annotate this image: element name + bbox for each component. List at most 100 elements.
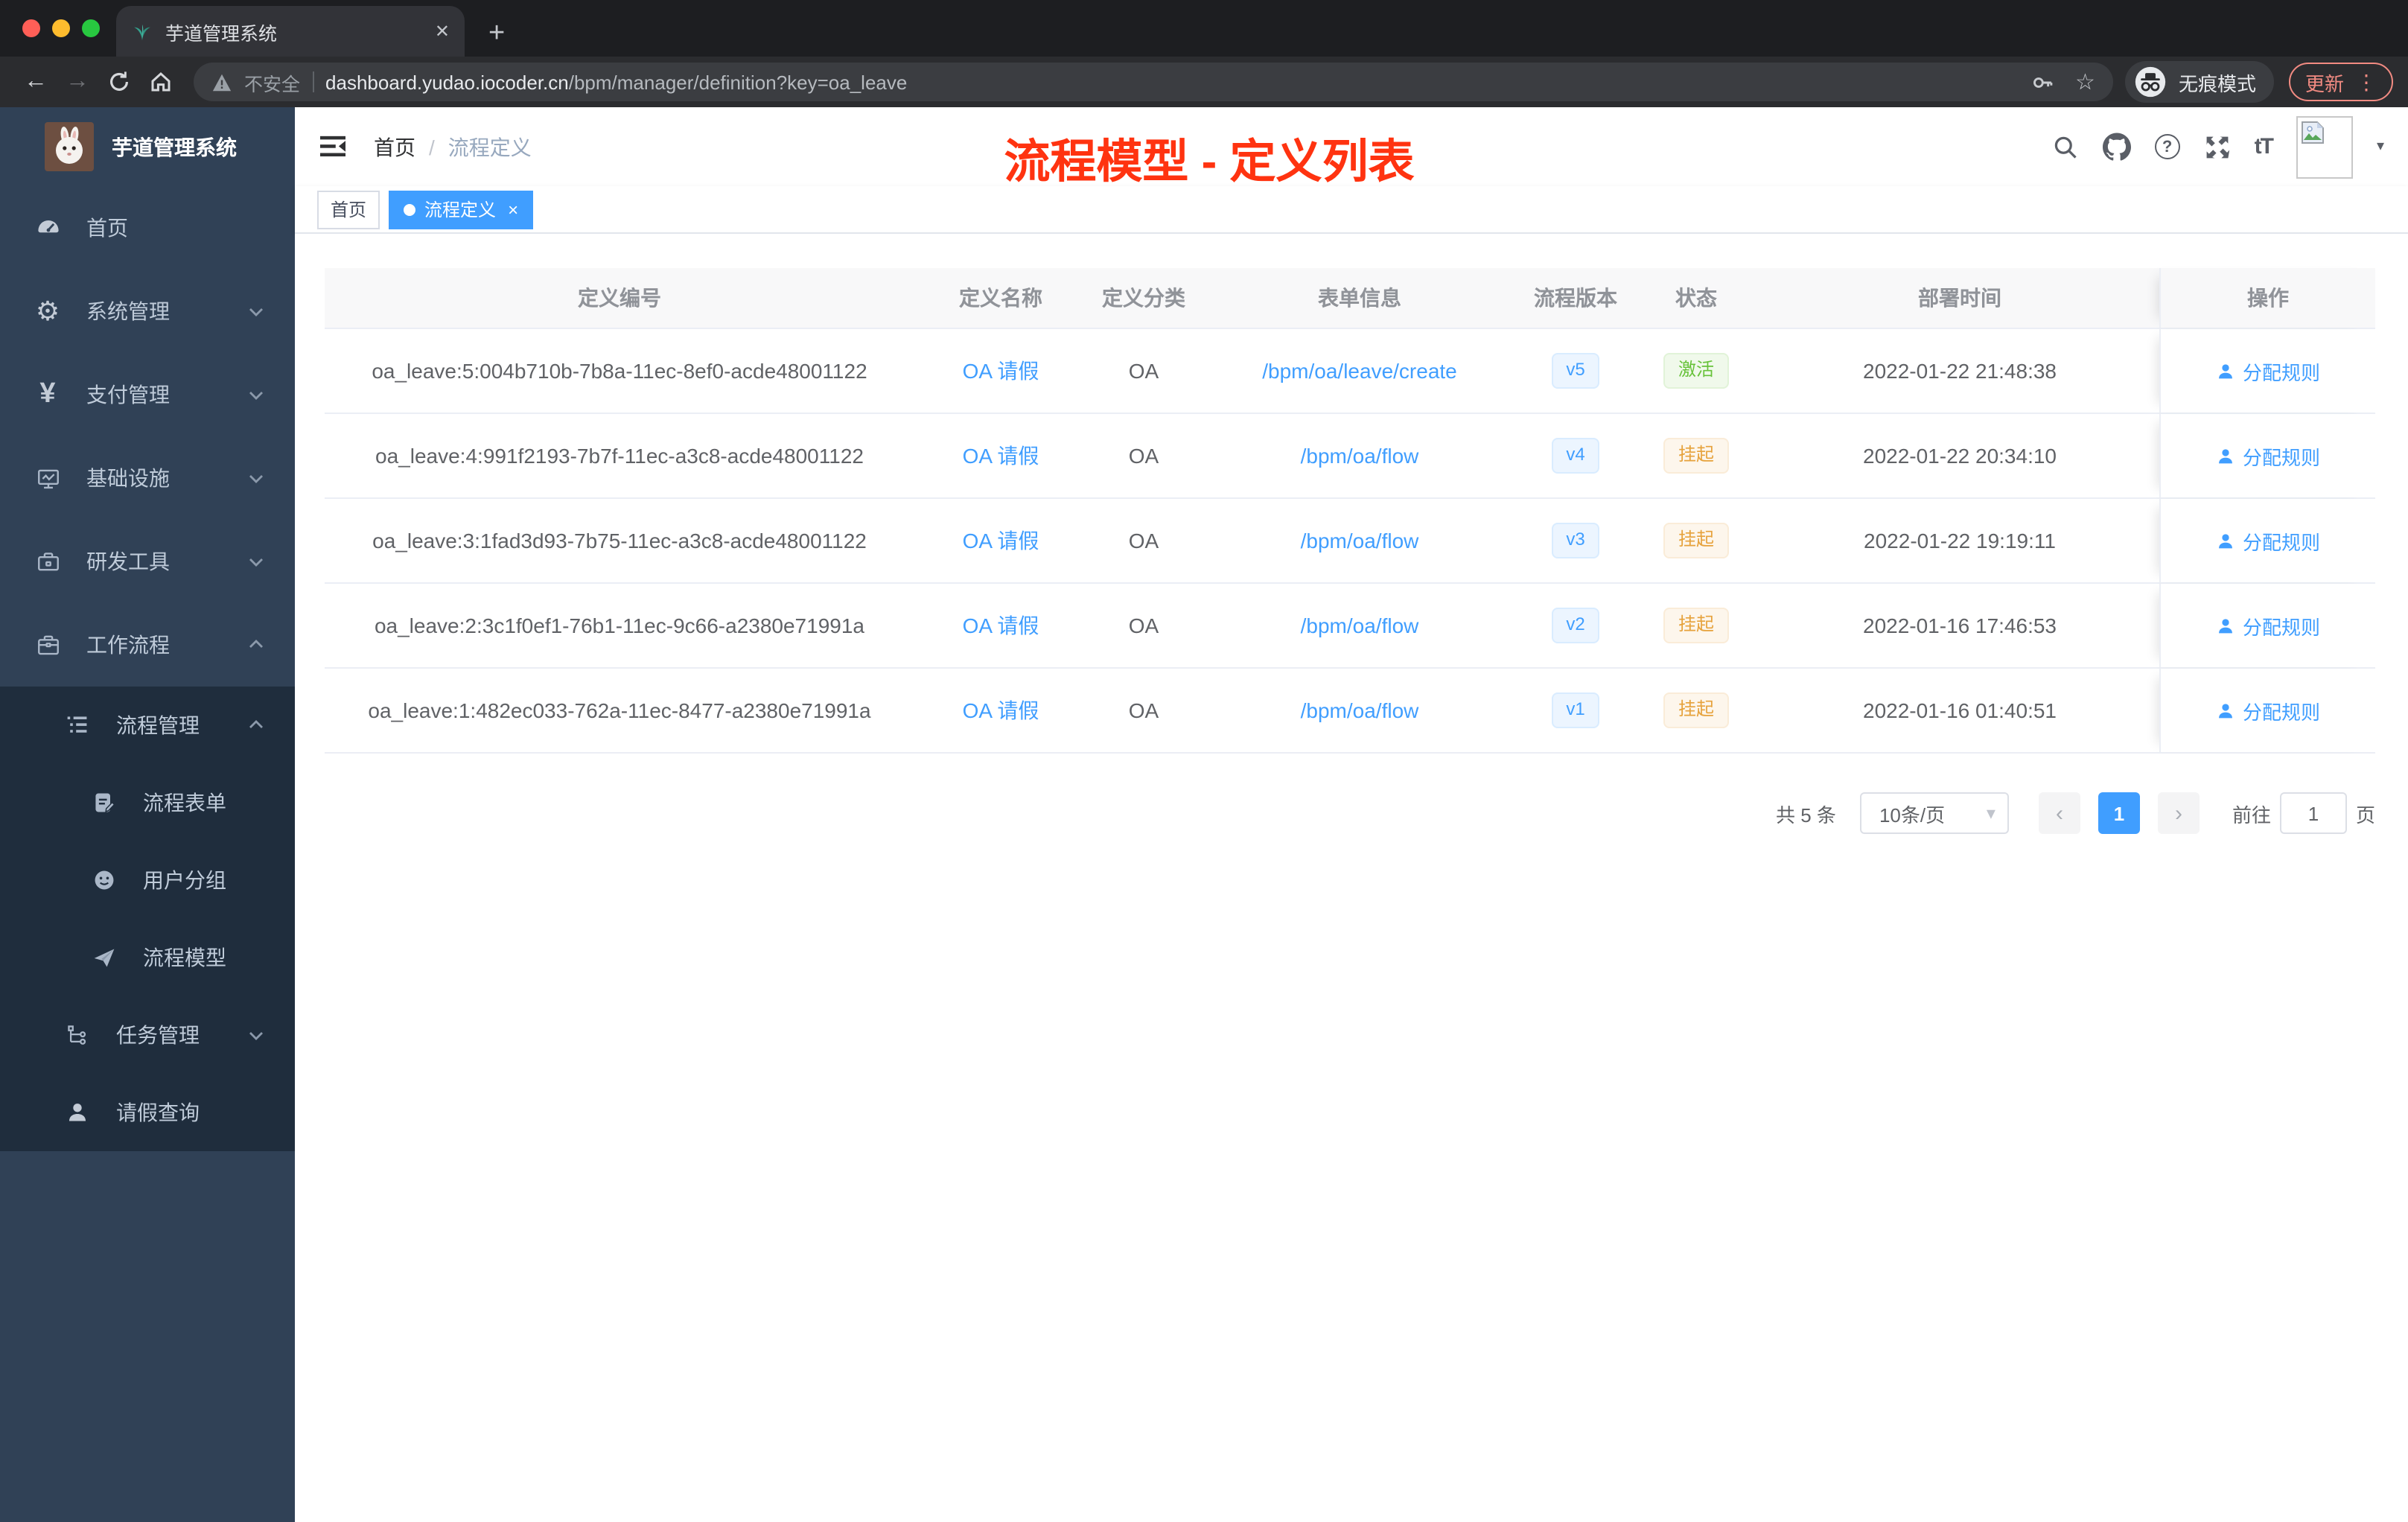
fullscreen-icon[interactable] <box>2204 133 2231 160</box>
sidebar-item-user-group[interactable]: 用户分组 <box>0 841 295 919</box>
active-dot-icon <box>404 203 416 215</box>
security-label[interactable]: 不安全 <box>244 68 300 96</box>
zoom-window-button[interactable] <box>82 19 100 37</box>
sidebar-item-home[interactable]: 首页 <box>0 186 295 270</box>
forward-button[interactable]: → <box>57 69 98 95</box>
prev-page-button[interactable]: ‹ <box>2038 792 2080 834</box>
tab-close-icon[interactable]: ✕ <box>435 21 450 42</box>
sidebar-item-system[interactable]: ⚙ 系统管理 <box>0 270 295 353</box>
avatar-broken-image[interactable] <box>2296 115 2353 178</box>
password-key-icon[interactable] <box>2029 69 2054 95</box>
browser-tab[interactable]: 芋道管理系统 ✕ <box>116 6 465 57</box>
page-size-value: 10条/页 <box>1879 803 1946 826</box>
url-path: /bpm/manager/definition?key=oa_leave <box>568 71 908 93</box>
sidebar-item-workflow[interactable]: 工作流程 <box>0 603 295 687</box>
assign-rule-button[interactable]: 分配规则 <box>2216 611 2320 640</box>
page-size-select[interactable]: 10条/页 ▾ <box>1859 792 2009 834</box>
col-header-id: 定义编号 <box>578 286 661 310</box>
sidebar-item-process-model[interactable]: 流程模型 <box>0 919 295 996</box>
tag-close-icon[interactable]: × <box>508 199 518 220</box>
table-row: oa_leave:5:004b710b-7b8a-11ec-8ef0-acde4… <box>325 329 2375 414</box>
definition-name-link[interactable]: OA 请假 <box>963 356 1039 386</box>
goto-page-input[interactable]: 1 <box>2279 792 2347 834</box>
sidebar-item-label: 流程管理 <box>116 713 200 737</box>
cell-deploy-time: 2022-01-16 01:40:51 <box>1863 698 2057 722</box>
sidebar-item-label: 任务管理 <box>116 1023 200 1047</box>
font-size-icon[interactable]: tT <box>2255 134 2274 159</box>
tag-process-definition[interactable]: 流程定义 × <box>389 190 534 229</box>
cell-category: OA <box>1128 359 1159 383</box>
chevron-down-icon <box>247 386 265 404</box>
form-link[interactable]: /bpm/oa/flow <box>1301 698 1419 722</box>
browser-menu-dots-icon[interactable]: ⋮ <box>2356 69 2377 95</box>
sidebar-item-process-form[interactable]: 流程表单 <box>0 764 295 841</box>
search-icon[interactable] <box>2052 133 2079 160</box>
next-page-button[interactable]: › <box>2157 792 2200 834</box>
new-tab-button[interactable]: + <box>488 19 505 48</box>
sidebar-item-dev-tools[interactable]: 研发工具 <box>0 520 295 603</box>
avatar-caret-down-icon[interactable]: ▾ <box>2377 138 2384 155</box>
current-page-button[interactable]: 1 <box>2098 792 2140 834</box>
breadcrumb-separator: / <box>429 135 435 159</box>
close-window-button[interactable] <box>22 19 40 37</box>
reload-button[interactable] <box>98 70 140 94</box>
sidebar-item-task-management[interactable]: 任务管理 <box>0 996 295 1074</box>
sidebar-item-label: 流程模型 <box>143 946 226 969</box>
browser-update-button[interactable]: 更新 ⋮ <box>2288 63 2393 101</box>
status-badge: 挂起 <box>1663 523 1729 558</box>
browser-toolbar: ← → 不安全 dashboard.yudao.iocoder.cn/bpm/m… <box>0 57 2408 107</box>
monitor-chart-icon <box>30 465 66 491</box>
status-badge: 挂起 <box>1663 692 1729 728</box>
status-badge: 挂起 <box>1663 438 1729 474</box>
version-badge: v5 <box>1551 353 1600 389</box>
url-domain: dashboard.yudao.iocoder.cn <box>325 71 569 93</box>
cell-category: OA <box>1128 444 1159 468</box>
definition-name-link[interactable]: OA 请假 <box>963 441 1039 471</box>
cell-category: OA <box>1128 529 1159 553</box>
home-button[interactable] <box>140 70 182 94</box>
browser-tabstrip: 芋道管理系统 ✕ + <box>0 0 2408 57</box>
sidebar-item-label: 工作流程 <box>86 633 170 657</box>
update-label: 更新 <box>2305 72 2344 95</box>
tag-home[interactable]: 首页 <box>317 190 380 229</box>
chevron-up-icon <box>247 716 265 734</box>
sidebar-item-label: 用户分组 <box>143 868 226 892</box>
cell-definition-id: oa_leave:5:004b710b-7b8a-11ec-8ef0-acde4… <box>372 359 867 383</box>
minimize-window-button[interactable] <box>52 19 70 37</box>
bookmark-star-icon[interactable]: ☆ <box>2075 69 2095 95</box>
yen-icon: ¥ <box>39 378 56 410</box>
github-icon[interactable] <box>2102 133 2131 161</box>
chevron-down-icon <box>247 302 265 320</box>
definition-name-link[interactable]: OA 请假 <box>963 695 1039 725</box>
form-link[interactable]: /bpm/oa/flow <box>1301 614 1419 637</box>
assign-rule-button[interactable]: 分配规则 <box>2216 696 2320 725</box>
cell-definition-id: oa_leave:2:3c1f0ef1-76b1-11ec-9c66-a2380… <box>374 614 864 637</box>
back-button[interactable]: ← <box>15 69 57 95</box>
url-text[interactable]: dashboard.yudao.iocoder.cn/bpm/manager/d… <box>325 71 2017 93</box>
help-icon[interactable]: ? <box>2154 134 2180 159</box>
user-icon <box>2219 618 2232 633</box>
sidebar-item-payment[interactable]: ¥ 支付管理 <box>0 353 295 436</box>
sidebar-logo-row: 芋道管理系统 <box>0 107 295 186</box>
select-caret-icon: ▾ <box>1986 803 1995 824</box>
sidebar-item-label: 基础设施 <box>86 466 170 490</box>
assign-rule-button[interactable]: 分配规则 <box>2216 357 2320 385</box>
definition-name-link[interactable]: OA 请假 <box>963 526 1039 555</box>
sidebar-item-label: 请假查询 <box>116 1101 200 1124</box>
hamburger-collapse-icon[interactable] <box>319 134 347 159</box>
assign-rule-button[interactable]: 分配规则 <box>2216 526 2320 555</box>
sidebar-item-process-management[interactable]: 流程管理 <box>0 687 295 764</box>
form-link[interactable]: /bpm/oa/flow <box>1301 444 1419 468</box>
sidebar-item-infrastructure[interactable]: 基础设施 <box>0 436 295 520</box>
address-bar[interactable]: 不安全 dashboard.yudao.iocoder.cn/bpm/manag… <box>194 63 2113 101</box>
incognito-label: 无痕模式 <box>2178 72 2256 95</box>
form-link[interactable]: /bpm/oa/flow <box>1301 529 1419 553</box>
breadcrumb-home[interactable]: 首页 <box>374 132 415 162</box>
sidebar-item-label: 首页 <box>86 216 128 240</box>
col-header-time: 部署时间 <box>1918 286 2001 310</box>
assign-rule-button[interactable]: 分配规则 <box>2216 442 2320 470</box>
sidebar-item-leave-query[interactable]: 请假查询 <box>0 1074 295 1151</box>
window-controls <box>22 19 100 37</box>
definition-name-link[interactable]: OA 请假 <box>963 611 1039 640</box>
form-link[interactable]: /bpm/oa/leave/create <box>1262 359 1457 383</box>
